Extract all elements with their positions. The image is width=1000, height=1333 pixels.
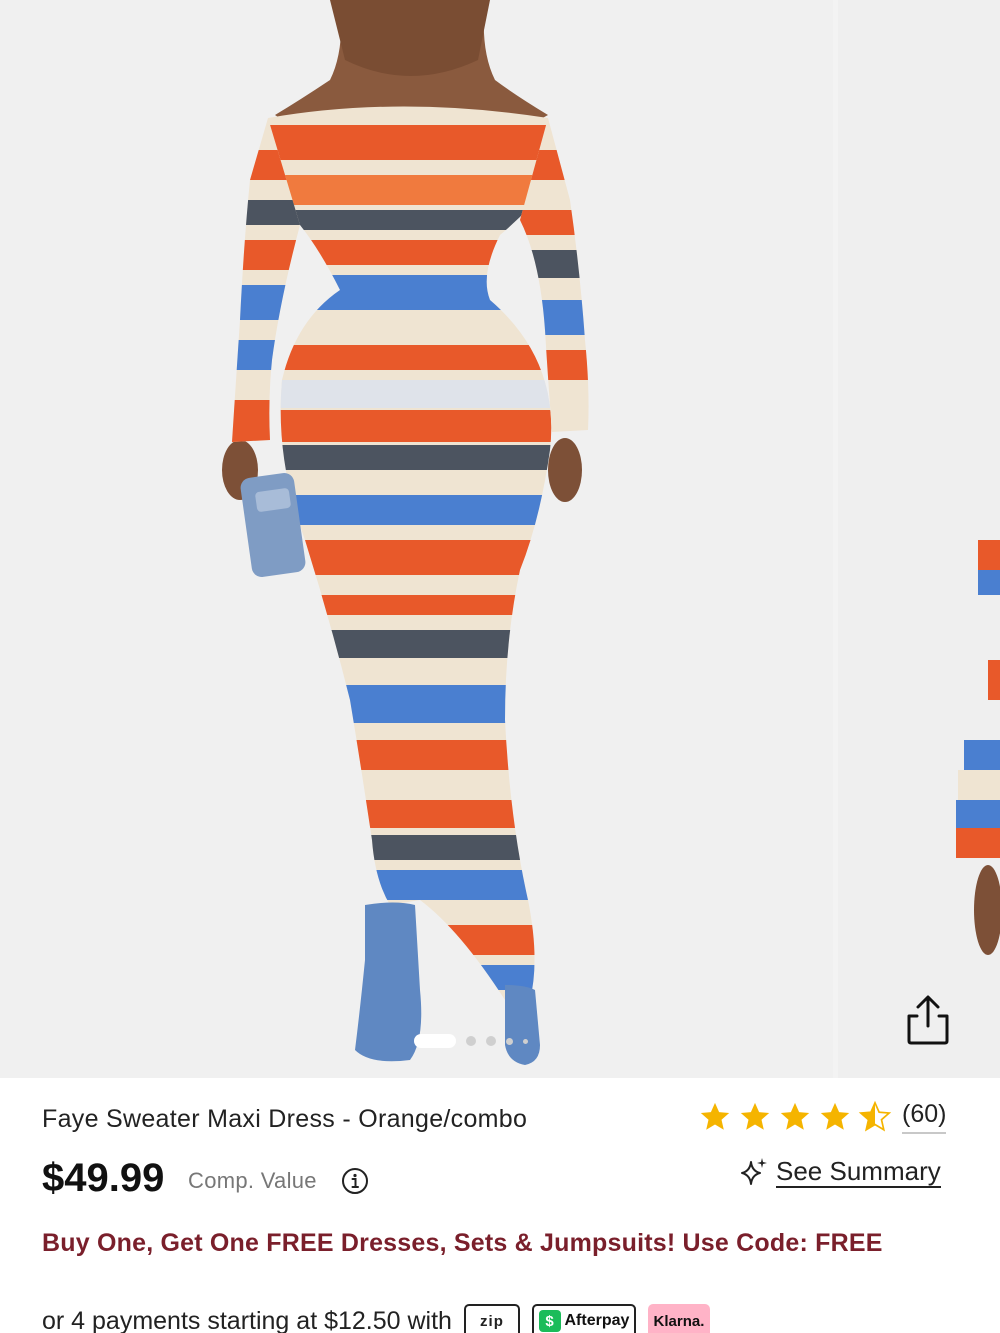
comp-value-label: Comp. Value [188, 1168, 317, 1193]
product-image-gallery[interactable] [0, 0, 1000, 1078]
product-rating[interactable]: (60) [698, 1100, 947, 1134]
product-photo-next[interactable] [838, 0, 1000, 1078]
klarna-logo[interactable]: Klarna. [647, 1304, 710, 1333]
star-full-icon [780, 1102, 810, 1130]
product-price: $49.99 [42, 1156, 165, 1200]
pagination-dot-5[interactable] [523, 1038, 528, 1044]
promo-banner: Buy One, Get One FREE Dresses, Sets & Ju… [42, 1229, 883, 1257]
gallery-pagination [414, 1033, 528, 1049]
dress-photo-illustration [0, 0, 833, 1078]
afterpay-logo[interactable]: $ Afterpay [531, 1304, 636, 1333]
share-button[interactable] [895, 988, 961, 1050]
see-summary-label[interactable]: See Summary [776, 1156, 941, 1188]
pagination-dot-4[interactable] [506, 1037, 513, 1045]
pagination-dot-2[interactable] [466, 1036, 476, 1046]
info-icon[interactable] [340, 1166, 370, 1196]
product-info: Faye Sweater Maxi Dress - Orange/combo (… [0, 1078, 1000, 1333]
sparkle-icon [741, 1158, 767, 1185]
share-icon [907, 995, 949, 1045]
dress-photo-next-illustration [838, 0, 1000, 1078]
star-full-icon [820, 1102, 850, 1130]
see-summary-link[interactable]: See Summary [738, 1156, 941, 1188]
star-half-icon [858, 1100, 892, 1132]
zip-logo[interactable]: zip [463, 1304, 520, 1333]
payments-text: or 4 payments starting at $12.50 with [42, 1306, 452, 1333]
review-count-link[interactable]: (60) [902, 1100, 947, 1134]
afterpay-label: Afterpay [564, 1312, 630, 1329]
pagination-dot-1[interactable] [414, 1034, 456, 1048]
star-full-icon [740, 1102, 770, 1130]
star-full-icon [700, 1102, 730, 1130]
pagination-dot-3[interactable] [486, 1036, 496, 1046]
rating-stars [698, 1100, 892, 1134]
product-photo-main[interactable] [0, 0, 833, 1078]
installment-payments: or 4 payments starting at $12.50 with zi… [42, 1304, 710, 1333]
product-title: Faye Sweater Maxi Dress - Orange/combo [42, 1105, 528, 1133]
afterpay-mark-icon: $ [538, 1310, 561, 1332]
